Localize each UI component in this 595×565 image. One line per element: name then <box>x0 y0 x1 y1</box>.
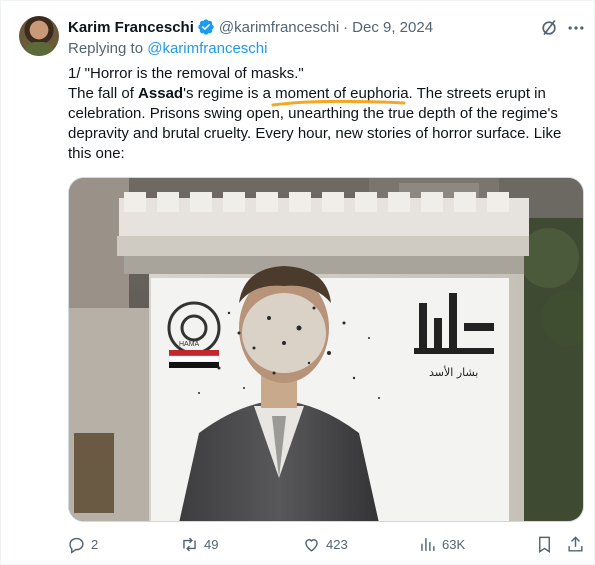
tweet-header: Karim Franceschi @karimfranceschi · Dec … <box>68 17 433 37</box>
separator-dot: · <box>343 18 349 36</box>
tweet-actions-bar: 2 49 423 63K <box>61 533 591 555</box>
tweet-text: 1/ "Horror is the removal of masks." The… <box>68 64 583 164</box>
repost-button[interactable]: 49 <box>180 533 218 555</box>
author-name[interactable]: Karim Franceschi <box>68 19 194 36</box>
like-count: 423 <box>326 536 348 552</box>
highlight-underline <box>271 99 406 107</box>
banner-logo-text: HAMA <box>179 341 200 348</box>
share-icon <box>568 535 583 552</box>
tweet-media-image[interactable]: HAMA بشار الأسد <box>68 177 584 522</box>
reply-icon <box>69 537 84 554</box>
bookmark-button[interactable] <box>535 533 559 555</box>
verified-badge-icon <box>198 19 214 35</box>
banner-name-text: بشار الأسد <box>429 365 478 379</box>
tweet-text-part-a: The fall of <box>68 85 139 102</box>
repost-count: 49 <box>204 536 219 552</box>
reply-count: 2 <box>91 536 99 552</box>
tweet-text-bold: Assad <box>138 85 184 102</box>
author-handle[interactable]: @karimfranceschi <box>219 19 339 36</box>
replying-to: Replying to @karimfranceschi <box>68 40 267 57</box>
views-count: 63K <box>442 536 466 552</box>
banner-photo: HAMA بشار الأسد <box>69 178 583 521</box>
bookmark-icon <box>539 536 550 553</box>
repost-icon <box>183 537 196 551</box>
tweet-paragraph-2: The fall of Assad's regime is a moment o… <box>68 84 583 164</box>
reply-button[interactable]: 2 <box>67 533 98 555</box>
replying-prefix: Replying to <box>68 40 144 57</box>
tweet-line-1: 1/ "Horror is the removal of masks." <box>68 65 304 82</box>
views-chart-icon <box>421 537 435 551</box>
replying-target-link[interactable]: @karimfranceschi <box>147 40 267 57</box>
avatar[interactable] <box>19 16 59 56</box>
heart-icon <box>305 538 318 552</box>
grok-icon[interactable] <box>539 18 559 38</box>
tweet-card[interactable]: Karim Franceschi @karimfranceschi · Dec … <box>0 0 595 565</box>
share-button[interactable] <box>566 533 590 555</box>
more-icon[interactable] <box>566 18 586 38</box>
views-button[interactable]: 63K <box>418 533 465 555</box>
tweet-date[interactable]: Dec 9, 2024 <box>352 19 433 36</box>
like-button[interactable]: 423 <box>302 533 348 555</box>
